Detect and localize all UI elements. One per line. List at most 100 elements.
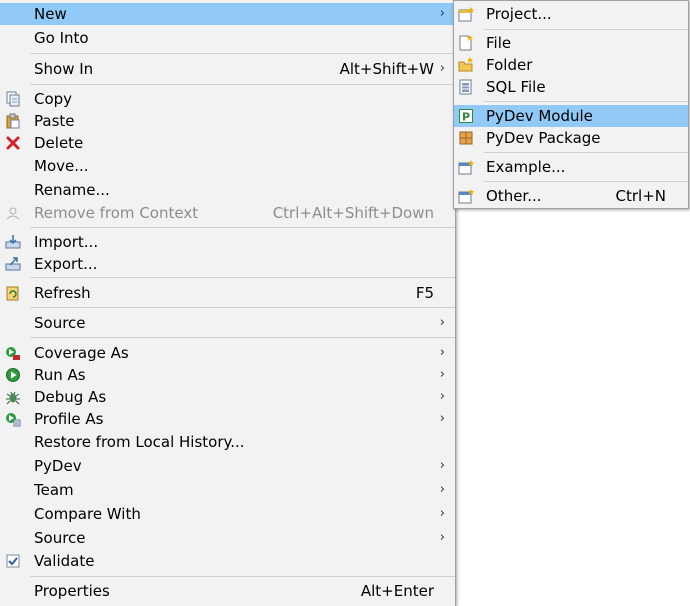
menu-item-label: Team <box>34 481 74 499</box>
menu-item-label: Validate <box>34 552 95 570</box>
menu-item-source[interactable]: Source › <box>0 312 455 334</box>
new-folder-icon <box>458 57 474 73</box>
submenu-item-sql-file[interactable]: SQL File <box>454 76 688 98</box>
menu-item-label: Profile As <box>34 410 104 428</box>
new-submenu: Project... File Folder SQL File P PyDev … <box>453 0 689 209</box>
menu-item-label: Folder <box>486 56 533 74</box>
menu-item-label: Paste <box>34 112 75 130</box>
menu-item-label: Source <box>34 314 86 332</box>
submenu-item-file[interactable]: File <box>454 32 688 54</box>
menu-item-team[interactable]: Team › <box>0 479 455 501</box>
menu-item-label: Delete <box>34 134 84 152</box>
menu-item-remove-from-context: Remove from Context Ctrl+Alt+Shift+Down <box>0 202 455 224</box>
refresh-icon <box>5 285 21 301</box>
import-icon <box>5 234 21 250</box>
menu-item-paste[interactable]: Paste <box>0 110 455 132</box>
menu-item-label: Coverage As <box>34 344 129 362</box>
menu-item-refresh[interactable]: Refresh F5 <box>0 282 455 304</box>
menu-separator <box>484 181 688 182</box>
submenu-item-project[interactable]: Project... <box>454 3 688 25</box>
menu-item-label: Source <box>34 529 86 547</box>
menu-item-accelerator: Ctrl+N <box>615 187 666 205</box>
delete-icon <box>5 135 21 151</box>
menu-item-delete[interactable]: Delete <box>0 132 455 154</box>
menu-separator <box>484 29 688 30</box>
menu-item-copy[interactable]: Copy <box>0 88 455 110</box>
submenu-arrow-icon: › <box>439 411 445 426</box>
submenu-arrow-icon: › <box>439 367 445 382</box>
menu-item-restore-from-local-history[interactable]: Restore from Local History... <box>0 431 455 453</box>
pydev-package-icon <box>458 130 474 146</box>
menu-item-compare-with[interactable]: Compare With › <box>0 503 455 525</box>
menu-item-export[interactable]: Export... <box>0 253 455 275</box>
example-icon <box>458 159 474 175</box>
menu-item-label: Go Into <box>34 29 89 47</box>
export-icon <box>5 256 21 272</box>
menu-separator <box>30 337 455 338</box>
new-file-icon <box>458 35 474 51</box>
menu-item-label: Debug As <box>34 388 107 406</box>
menu-separator <box>484 152 688 153</box>
menu-item-show-in[interactable]: Show In Alt+Shift+W › <box>0 58 455 80</box>
submenu-arrow-icon: › <box>439 458 445 473</box>
menu-item-label: Project... <box>486 5 552 23</box>
debug-icon <box>5 389 21 405</box>
menu-item-validate[interactable]: Validate <box>0 550 455 572</box>
menu-item-debug-as[interactable]: Debug As › <box>0 386 455 408</box>
menu-item-label: Import... <box>34 233 99 251</box>
menu-item-coverage-as[interactable]: Coverage As › <box>0 342 455 364</box>
submenu-arrow-icon: › <box>439 506 445 521</box>
menu-item-label: Refresh <box>34 284 91 302</box>
coverage-icon <box>5 345 21 361</box>
menu-item-accelerator: Alt+Enter <box>360 582 434 600</box>
submenu-arrow-icon: › <box>439 61 445 76</box>
menu-item-import[interactable]: Import... <box>0 231 455 253</box>
menu-item-label: PyDev <box>34 457 82 475</box>
submenu-arrow-icon: › <box>439 530 445 545</box>
menu-item-rename[interactable]: Rename... <box>0 179 455 201</box>
menu-item-label: Other... <box>486 187 542 205</box>
menu-item-pydev[interactable]: PyDev › <box>0 455 455 477</box>
menu-separator <box>30 84 455 85</box>
menu-item-source-2[interactable]: Source › <box>0 527 455 549</box>
remove-context-icon <box>5 205 21 221</box>
menu-item-label: SQL File <box>486 78 546 96</box>
paste-icon <box>5 113 21 129</box>
menu-item-new[interactable]: New › <box>0 3 455 25</box>
menu-separator <box>484 101 688 102</box>
menu-item-go-into[interactable]: Go Into <box>0 27 455 49</box>
menu-item-accelerator: Alt+Shift+W <box>339 60 434 78</box>
menu-item-label: Example... <box>486 158 566 176</box>
submenu-arrow-icon: › <box>439 6 445 21</box>
submenu-item-example[interactable]: Example... <box>454 156 688 178</box>
menu-separator <box>30 227 455 228</box>
menu-separator <box>30 576 455 577</box>
menu-item-label: Restore from Local History... <box>34 433 245 451</box>
other-wizard-icon <box>458 188 474 204</box>
context-menu: New › Go Into Show In Alt+Shift+W › Copy… <box>0 0 456 606</box>
menu-item-label: Move... <box>34 157 89 175</box>
menu-item-run-as[interactable]: Run As › <box>0 364 455 386</box>
menu-item-profile-as[interactable]: Profile As › <box>0 408 455 430</box>
menu-separator <box>30 53 455 54</box>
menu-item-move[interactable]: Move... <box>0 155 455 177</box>
menu-item-properties[interactable]: Properties Alt+Enter <box>0 580 455 602</box>
menu-item-label: PyDev Package <box>486 129 601 147</box>
submenu-item-folder[interactable]: Folder <box>454 54 688 76</box>
menu-item-label: Show In <box>34 60 94 78</box>
submenu-item-pydev-module[interactable]: P PyDev Module <box>454 105 688 127</box>
submenu-arrow-icon: › <box>439 482 445 497</box>
copy-icon <box>5 91 21 107</box>
run-icon <box>5 367 21 383</box>
menu-item-label: PyDev Module <box>486 107 593 125</box>
menu-separator <box>30 307 455 308</box>
submenu-item-pydev-package[interactable]: PyDev Package <box>454 127 688 149</box>
pydev-module-icon: P <box>458 108 474 124</box>
sql-file-icon <box>458 79 474 95</box>
menu-item-accelerator: Ctrl+Alt+Shift+Down <box>272 204 434 222</box>
menu-item-label: Remove from Context <box>34 204 199 222</box>
menu-item-accelerator: F5 <box>415 284 434 302</box>
submenu-arrow-icon: › <box>439 389 445 404</box>
menu-item-label: Properties <box>34 582 110 600</box>
submenu-item-other[interactable]: Other... Ctrl+N <box>454 185 688 207</box>
